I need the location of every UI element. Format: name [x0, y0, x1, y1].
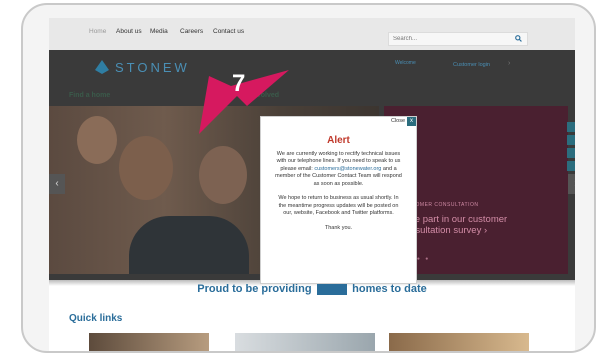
promo-headline[interactable]: Take part in our customer consultation s…: [400, 214, 520, 236]
email-icon[interactable]: [567, 148, 575, 158]
photo-face-child: [77, 116, 117, 164]
photo-shirt: [129, 216, 249, 274]
device-frame: Home About us Media Careers Contact us S…: [21, 3, 596, 353]
youtube-icon[interactable]: [567, 161, 575, 171]
photo-face-woman: [199, 146, 247, 204]
quick-link-thumb-3[interactable]: [389, 333, 529, 351]
twitter-icon[interactable]: [567, 135, 575, 145]
step-number: 7: [232, 70, 246, 97]
customer-login-arrow[interactable]: ›: [508, 60, 510, 67]
nav-home[interactable]: Home: [89, 28, 106, 35]
alert-thanks: Thank you.: [324, 225, 353, 232]
find-a-home-heading[interactable]: Find a home: [69, 92, 110, 99]
nav-media[interactable]: Media: [150, 28, 168, 35]
quick-links-heading: Quick links: [69, 313, 123, 324]
search-icon[interactable]: [515, 35, 522, 42]
logo-icon: [95, 60, 109, 74]
nav-about-us[interactable]: About us: [116, 28, 142, 35]
alert-dialog: Close x Alert We are currently working t…: [260, 116, 417, 284]
alert-text-updates: We hope to return to business as usual s…: [278, 195, 399, 217]
logo-text: STONEW: [115, 60, 190, 75]
banner-suffix: homes to date: [352, 283, 427, 295]
nav-contact-us[interactable]: Contact us: [213, 28, 244, 35]
banner-prefix: Proud to be providing: [197, 283, 312, 295]
alert-message: We are currently working to rectify tech…: [275, 151, 402, 232]
alert-title: Alert: [327, 135, 350, 146]
welcome-badge: Welcome: [395, 60, 416, 66]
homes-banner: Proud to be providing 0000 homes to date: [49, 283, 575, 295]
close-label[interactable]: Close: [391, 118, 405, 124]
quick-link-thumb-2[interactable]: [235, 333, 375, 351]
social-links: [567, 122, 575, 182]
close-icon[interactable]: x: [407, 117, 416, 126]
nav-careers[interactable]: Careers: [180, 28, 203, 35]
photo-face-man: [119, 136, 173, 200]
customer-login-link[interactable]: Customer login: [453, 62, 490, 68]
top-nav: Home About us Media Careers Contact us: [49, 18, 575, 50]
quick-link-thumb-1[interactable]: [89, 333, 209, 351]
browser-viewport: Home About us Media Careers Contact us S…: [49, 18, 575, 351]
carousel-prev-button[interactable]: ‹: [49, 174, 65, 194]
alert-email-link[interactable]: customers@stonewater.org: [314, 166, 381, 172]
search-box: [388, 32, 528, 46]
step-callout-arrow-icon: [199, 70, 289, 134]
facebook-icon[interactable]: [567, 122, 575, 132]
homes-counter: 0000: [316, 283, 348, 295]
search-input[interactable]: [393, 34, 503, 44]
